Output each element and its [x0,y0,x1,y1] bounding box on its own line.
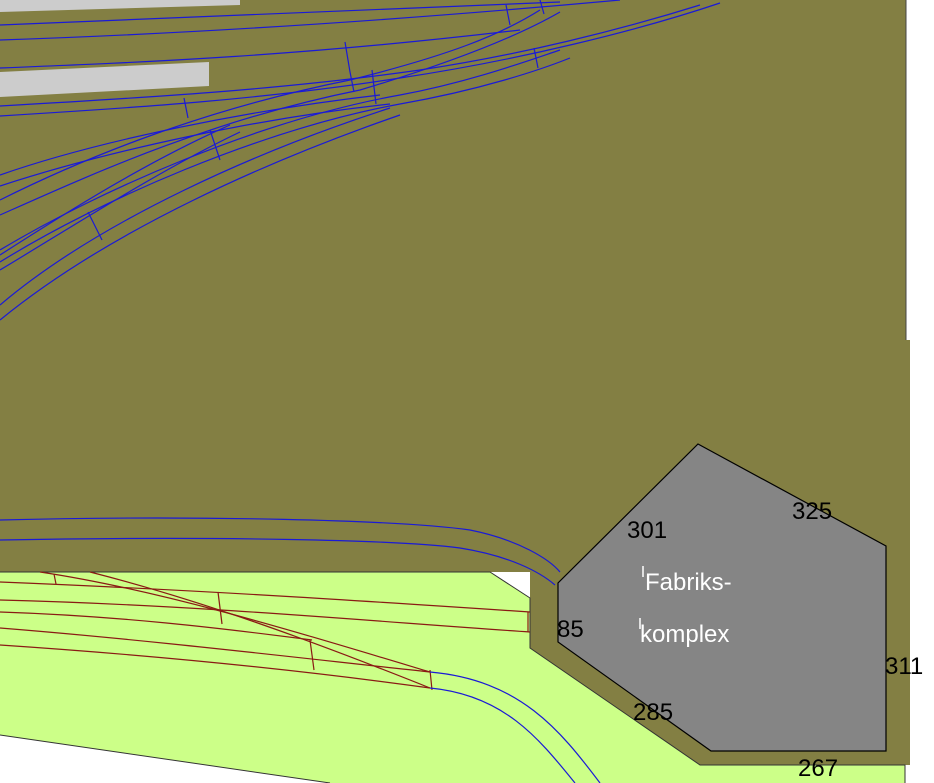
dimension-label: 85 [557,616,584,643]
dimension-label: 325 [792,498,832,525]
dimension-label: 311 [885,653,923,680]
building-label-line2: komplex [640,621,729,648]
building-label-line1: Fabriks- [645,569,732,596]
dimension-label: 267 [798,755,838,782]
dimension-label: 285 [633,699,673,726]
dimension-label: 301 [627,517,667,544]
track-plan: Fabriks- komplex 301 325 85 311 285 267 [0,0,934,783]
